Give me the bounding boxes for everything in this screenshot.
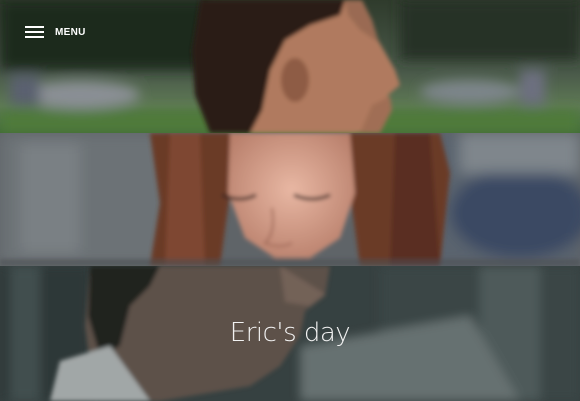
page-title: Eric's day — [229, 318, 351, 348]
photo-woman-looking-down — [0, 133, 580, 266]
hamburger-icon — [25, 26, 44, 38]
photo-panel-1[interactable] — [0, 0, 580, 133]
menu-button[interactable]: MENU — [25, 26, 86, 38]
photo-panel-2[interactable] — [0, 133, 580, 266]
menu-label: MENU — [55, 26, 86, 38]
photo-man-profile — [0, 0, 580, 133]
page: MENU Eric's day — [0, 0, 580, 401]
